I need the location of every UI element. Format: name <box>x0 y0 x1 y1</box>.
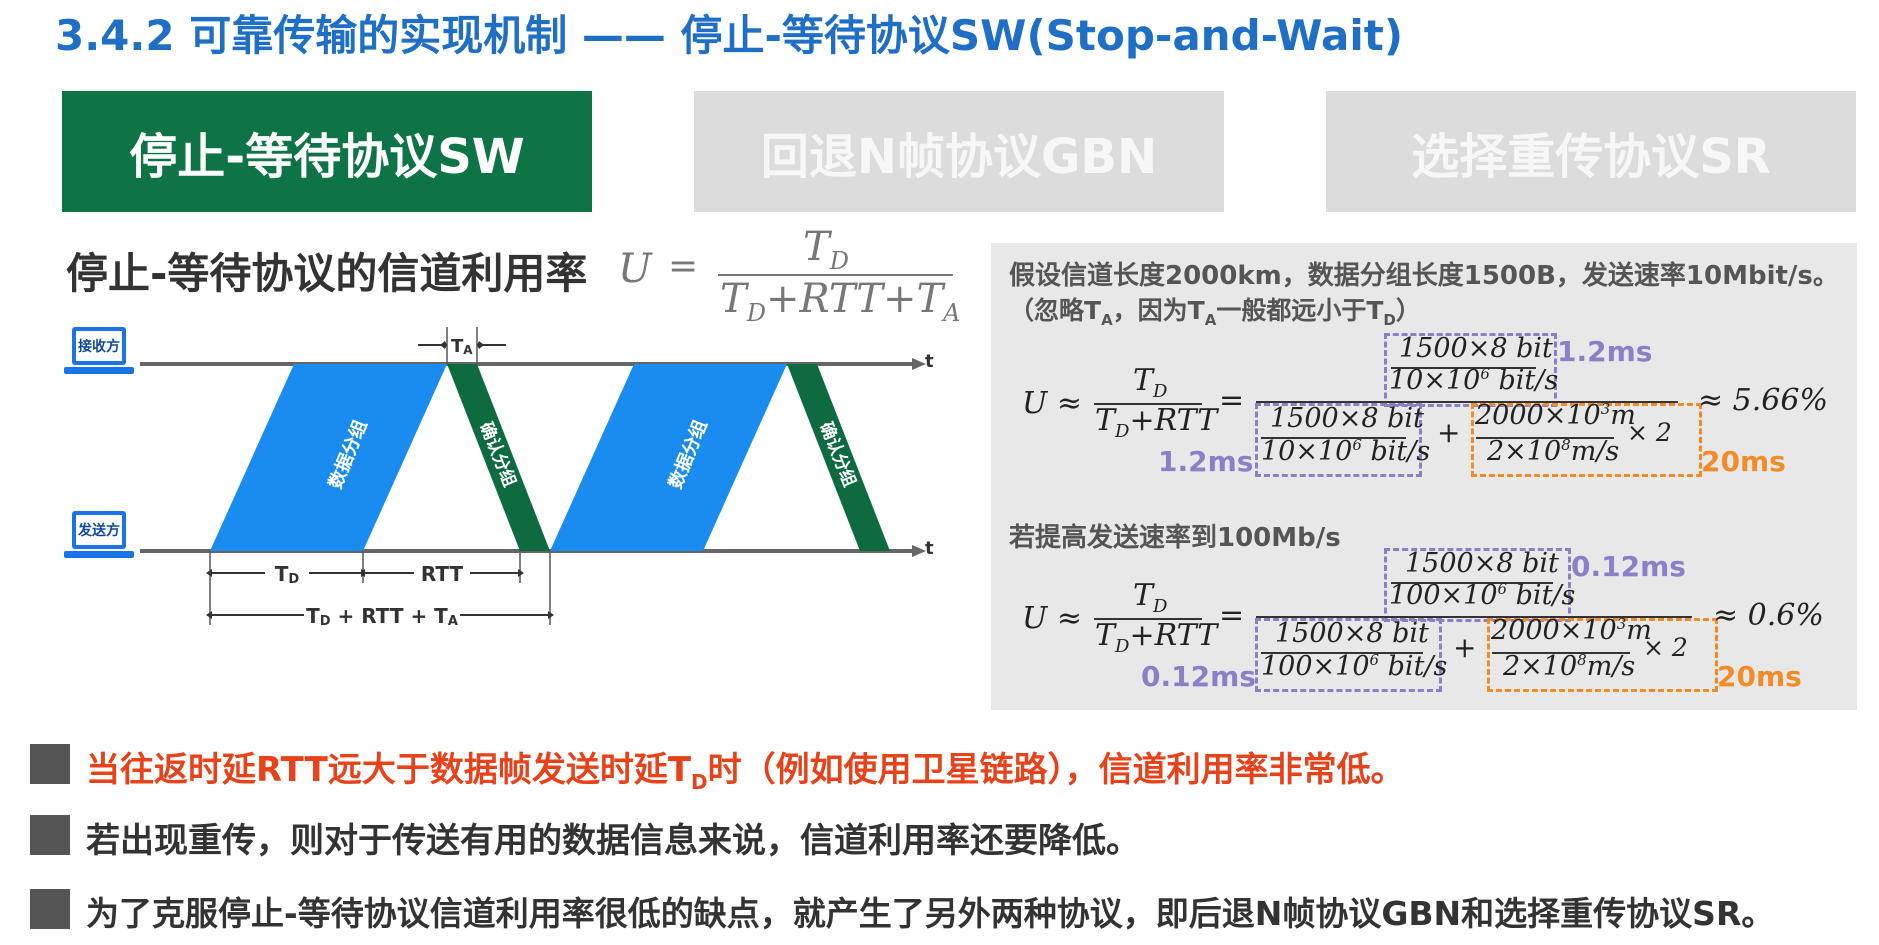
bullet-square-2 <box>30 815 70 855</box>
receiver-t-axis: t <box>925 351 934 372</box>
bullet-3: 为了克服停止-等待协议信道利用率很低的缺点，就产生了另外两种协议，即后退N帧协议… <box>86 894 1775 933</box>
utilization-heading: 停止-等待协议的信道利用率 <box>66 249 588 298</box>
case1-prop-den: 2×108m/s <box>1487 436 1620 467</box>
case2-top-label: 0.12ms <box>1571 550 1686 583</box>
tab-sw[interactable]: 停止-等待协议SW <box>62 91 592 212</box>
case2-bot-den: 100×106 bit/s <box>1261 651 1448 682</box>
case1-result: ≈ 5.66% <box>1698 383 1828 418</box>
case1-bot-den: 10×106 bit/s <box>1261 436 1431 467</box>
receiver-arrow-icon <box>912 358 926 370</box>
case2-top-den: 100×106 bit/s <box>1389 580 1576 611</box>
case2-prop-num: 2000×103m <box>1491 615 1652 646</box>
case2-prop-label: 20ms <box>1717 660 1802 693</box>
bullet-1: 当往返时延RTT远大于数据帧发送时延TD时（例如使用卫星链路），信道利用率非常低… <box>86 750 1405 794</box>
assumption-text: 假设信道长度2000km，数据分组长度1500B，发送速率10Mbit/s。 <box>1009 261 1839 291</box>
case2-bot-label: 0.12ms <box>1141 660 1256 693</box>
case1-ratio-den: TD+RTT <box>1095 403 1218 442</box>
tab-sr[interactable]: 选择重传协议SR <box>1326 91 1856 212</box>
page-title: 3.4.2 可靠传输的实现机制 —— 停止-等待协议SW(Stop-and-Wa… <box>55 11 1404 60</box>
case2-bot-num: 1500×8 bit <box>1275 618 1429 649</box>
case1-eq: = <box>1219 383 1245 418</box>
receiver-label: 接收方 <box>78 338 120 355</box>
bullet-square-3 <box>30 889 70 929</box>
data-packet-2 <box>550 364 787 551</box>
case2-result: ≈ 0.6% <box>1713 598 1824 633</box>
case1-bot-num: 1500×8 bit <box>1270 403 1424 434</box>
case1-prop-num: 2000×103m <box>1475 400 1636 431</box>
case2-ratio-num: TD <box>1133 578 1168 617</box>
case1-plus: + <box>1437 416 1461 449</box>
sender-arrow-icon <box>912 545 926 557</box>
sender-t-axis: t <box>925 538 934 559</box>
case2-formula: U ≈ TD TD+RTT = 1500×8 bit 100×106 bit/s… <box>991 548 1857 708</box>
tab-gbn-label: 回退N帧协议GBN <box>760 128 1158 185</box>
case2-eq: = <box>1219 598 1245 633</box>
formula-eq: = <box>668 246 699 287</box>
case2-lhs: U ≈ <box>1022 601 1082 636</box>
case1-top-label: 1.2ms <box>1557 335 1653 368</box>
formula-numerator: TD <box>803 224 849 275</box>
formula-lhs: U <box>618 246 652 292</box>
ignore-ta-note: （忽略TA，因为TA一般都远小于TD） <box>1009 296 1421 329</box>
case1-prop-label: 20ms <box>1701 445 1786 478</box>
rtt-label: RTT <box>421 562 464 586</box>
case1-times2: × 2 <box>1627 418 1672 447</box>
case2-top-num: 1500×8 bit <box>1405 548 1559 579</box>
case2-plus: + <box>1453 631 1477 664</box>
example-panel: 假设信道长度2000km，数据分组长度1500B，发送速率10Mbit/s。 （… <box>991 243 1857 710</box>
case1-top-den: 10×106 bit/s <box>1389 365 1559 396</box>
bullet-square-1 <box>30 744 70 784</box>
bullet-2: 若出现重传，则对于传送有用的数据信息来说，信道利用率还要降低。 <box>86 821 1140 861</box>
tab-gbn[interactable]: 回退N帧协议GBN <box>694 91 1224 212</box>
tab-sw-label: 停止-等待协议SW <box>129 128 525 185</box>
data-packet-1 <box>210 364 447 551</box>
sender-label: 发送方 <box>77 522 120 539</box>
case1-bot-label: 1.2ms <box>1158 445 1254 478</box>
case1-formula: U ≈ TD TD+RTT = 1500×8 bit 10×106 bit/s … <box>991 333 1857 483</box>
tab-sr-label: 选择重传协议SR <box>1411 128 1771 185</box>
case1-lhs: U ≈ <box>1022 386 1082 421</box>
case1-top-num: 1500×8 bit <box>1399 333 1553 364</box>
ack-packet-1-label: 确认分组 <box>475 419 520 490</box>
ta-label: TA <box>451 336 473 357</box>
ack-packet-2-label: 确认分组 <box>815 419 860 490</box>
case2-times2: × 2 <box>1643 633 1688 662</box>
case1-ratio-num: TD <box>1133 363 1168 402</box>
sw-timing-diagram: 接收方 发送方 t t 数据分组 确认分组 数据分组 确认分组 TA TD RT… <box>64 327 934 629</box>
case2-prop-den: 2×108m/s <box>1503 651 1636 682</box>
case2-ratio-den: TD+RTT <box>1095 618 1218 657</box>
